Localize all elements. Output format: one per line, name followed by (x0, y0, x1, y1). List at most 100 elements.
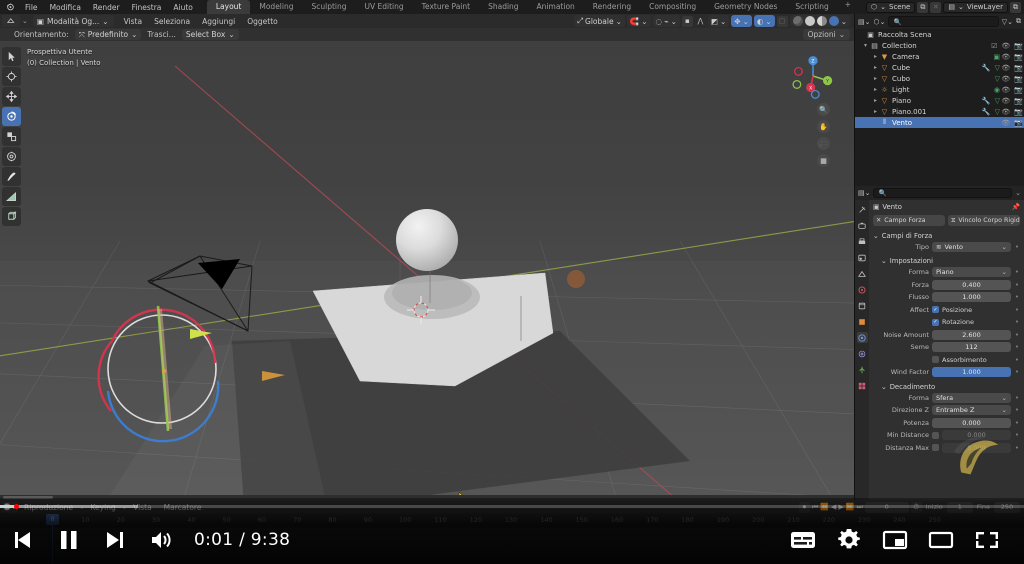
tab-compositing[interactable]: Compositing (640, 0, 705, 14)
disclosure-icon[interactable]: ▸ (872, 53, 879, 60)
field-seme[interactable]: 112 (932, 342, 1011, 352)
animate-dot-icon[interactable]: • (1014, 394, 1020, 402)
properties-editor-type-icon[interactable]: ▤⌄ (858, 189, 870, 197)
previous-video-button[interactable] (0, 517, 46, 563)
tab-scripting[interactable]: Scripting (786, 0, 837, 14)
snapping-toggle[interactable]: 🧲 ⌄ (626, 15, 651, 27)
pause-button[interactable] (46, 517, 92, 563)
outliner-row-vento[interactable]: ⦀ Vento 👁 📷 (855, 117, 1024, 128)
texture-tab[interactable] (857, 380, 868, 391)
tab-animation[interactable]: Animation (528, 0, 584, 14)
animate-dot-icon[interactable]: • (1014, 306, 1020, 314)
view-layer-tab[interactable] (857, 252, 868, 263)
animate-dot-icon[interactable]: • (1014, 444, 1020, 452)
camera-render-icon[interactable]: 📷 (1014, 64, 1023, 72)
properties-options-chevron-icon[interactable]: ⌄ (1015, 189, 1021, 197)
shading-wireframe-button[interactable] (792, 16, 803, 26)
outliner-row-collection[interactable]: ▾ ▤ Collection ☑ 👁 📷 (855, 40, 1024, 51)
menu-seleziona[interactable]: Seleziona (148, 17, 196, 26)
video-progress-bar[interactable] (0, 504, 1024, 509)
menu-file[interactable]: File (19, 3, 44, 12)
outliner-new-collection-icon[interactable]: ⧉ (1016, 17, 1021, 26)
checkbox-assorbimento[interactable] (932, 356, 939, 363)
progress-scrubber[interactable] (14, 504, 20, 509)
tab-texture-paint[interactable]: Texture Paint (413, 0, 479, 14)
checkbox-icon[interactable]: ☑ (991, 42, 997, 50)
outliner-row-piano-001[interactable]: ▸ ▽ Piano.001 🔧 ▽ 👁 📷 (855, 106, 1024, 117)
world-tab[interactable] (857, 284, 868, 295)
add-cube-tool[interactable] (2, 207, 21, 226)
animate-dot-icon[interactable]: • (1014, 318, 1020, 326)
measure-tool[interactable] (2, 187, 21, 206)
eye-icon[interactable]: 👁 (1001, 42, 1010, 50)
animate-dot-icon[interactable]: • (1014, 356, 1020, 364)
theater-mode-button[interactable] (918, 517, 964, 563)
menu-aiuto[interactable]: Aiuto (167, 3, 199, 12)
physics-tab[interactable] (856, 332, 868, 343)
render-tab[interactable] (857, 220, 868, 231)
options-button[interactable]: Opzioni ⌄ (802, 29, 850, 40)
section-header-force-fields[interactable]: ⌄ Campi di Forza (873, 230, 1020, 241)
menu-render[interactable]: Render (87, 3, 126, 12)
animate-dot-icon[interactable]: • (1014, 368, 1020, 376)
field-distanza-max[interactable]: 0.000 (942, 442, 1011, 453)
scene-tab[interactable] (857, 268, 868, 279)
zoom-icon[interactable]: 🔍 (817, 103, 830, 116)
modifier-icon[interactable]: 🔧 (982, 64, 991, 72)
light-data-icon[interactable]: ◉ (994, 86, 1000, 94)
field-wind-factor[interactable]: 1.000 (932, 367, 1011, 377)
tool-tab[interactable] (857, 204, 868, 215)
navigation-gizmo[interactable]: Z Y X (790, 53, 836, 99)
camera-view-icon[interactable]: 🎥 (817, 137, 830, 150)
field-direzione-z[interactable]: Entrambe Z ⌄ (932, 405, 1011, 415)
outliner-display-mode-icon[interactable]: ⬡⌄ (873, 18, 885, 26)
eye-icon[interactable]: 👁 (1001, 108, 1010, 116)
transform-tool[interactable] (2, 147, 21, 166)
disclosure-icon[interactable]: ▸ (872, 86, 879, 93)
camera-render-icon[interactable]: 📷 (1014, 119, 1023, 127)
tab-modeling[interactable]: Modeling (250, 0, 302, 14)
outliner-row-cubo[interactable]: ▸ ▽ Cubo ▽ 👁 📷 (855, 73, 1024, 84)
disclosure-icon[interactable]: ▸ (872, 75, 879, 82)
eye-icon[interactable]: 👁 (1001, 75, 1010, 83)
rotate-tool[interactable] (2, 107, 21, 126)
modifier-tab[interactable] (857, 316, 868, 327)
blender-logo-icon[interactable] (4, 2, 16, 13)
fullscreen-button[interactable] (964, 517, 1010, 563)
force-field-button[interactable]: ✕ Campo Forza (873, 215, 945, 226)
new-view-layer-button[interactable]: ⧉ (1010, 1, 1021, 13)
checkbox-distanza-max[interactable] (932, 444, 939, 451)
outliner-row-scene-collection[interactable]: ▣ Raccolta Scena (855, 29, 1024, 40)
tab-sculpting[interactable]: Sculpting (303, 0, 356, 14)
animate-dot-icon[interactable]: • (1014, 331, 1020, 339)
eye-icon[interactable]: 👁 (1001, 53, 1010, 61)
outliner-filter-icon[interactable]: ▽⌄ (1002, 18, 1013, 26)
animate-dot-icon[interactable]: • (1014, 243, 1020, 251)
outliner-row-cube[interactable]: ▸ ▽ Cube 🔧 ▽ 👁 📷 (855, 62, 1024, 73)
field-forma[interactable]: Piano ⌄ (932, 267, 1011, 277)
outliner-search-input[interactable]: 🔍 (888, 16, 999, 27)
object-tab[interactable] (857, 300, 868, 311)
section-header-settings[interactable]: ⌄ Impostazioni (873, 256, 1020, 267)
move-tool[interactable] (2, 87, 21, 106)
next-video-button[interactable] (92, 517, 138, 563)
interaction-mode-selector[interactable]: ▣ Modalità Og... ⌄ (32, 15, 114, 27)
field-flusso[interactable]: 1.000 (932, 292, 1011, 302)
animate-dot-icon[interactable]: • (1014, 406, 1020, 414)
settings-gear-button[interactable] (826, 517, 872, 563)
object-data-tab[interactable] (857, 364, 868, 375)
eye-icon[interactable]: 👁 (1001, 86, 1010, 94)
rigid-body-constraint-button[interactable]: ⧖ Vincolo Corpo Rigido (948, 215, 1020, 226)
field-tipo[interactable]: ≋ Vento ⌄ (932, 241, 1011, 252)
mirror-x-toggle[interactable]: ▪ (681, 15, 693, 27)
camera-render-icon[interactable]: 📷 (1014, 53, 1023, 61)
field-falloff-forma[interactable]: Sfera ⌄ (932, 392, 1011, 403)
show-gizmo-toggle[interactable]: ✥ ⌄ (731, 15, 752, 27)
section-header-falloff[interactable]: ⌄ Decadimento (873, 381, 1020, 392)
pin-icon[interactable]: 📌 (1012, 203, 1020, 211)
camera-render-icon[interactable]: 📷 (1014, 108, 1023, 116)
modifier-icon[interactable]: 🔧 (982, 108, 991, 116)
menu-modifica[interactable]: Modifica (44, 3, 87, 12)
mesh-data-icon[interactable]: ▽ (995, 108, 1000, 116)
menu-vista[interactable]: Vista (118, 17, 149, 26)
